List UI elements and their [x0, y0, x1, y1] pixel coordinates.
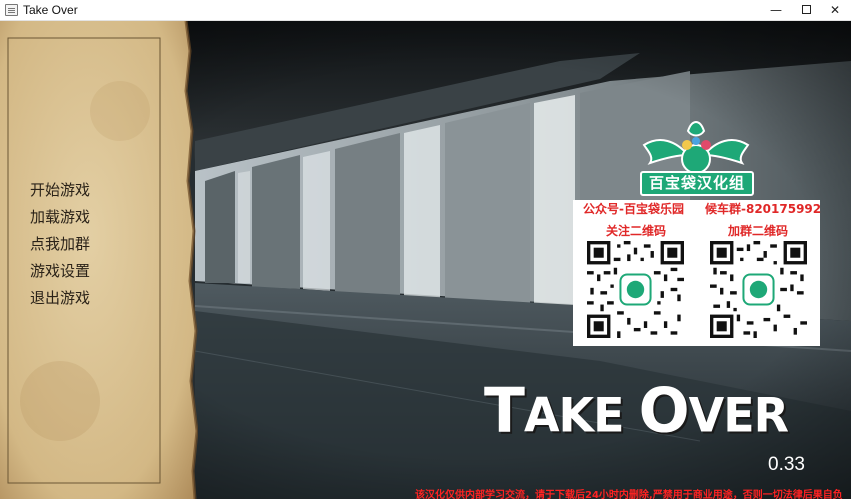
app-icon — [5, 4, 18, 16]
title-letter-o: O — [638, 375, 690, 447]
menu-item-start-game[interactable]: 开始游戏 — [30, 177, 90, 204]
menu-item-load-game[interactable]: 加载游戏 — [30, 204, 90, 231]
translator-logo-text: 百宝袋汉化组 — [640, 171, 754, 196]
qr-promo-card: 公众号-百宝袋乐园 候车群-820175992 关注二维码 加群二维码 — [573, 200, 822, 346]
maximize-icon — [801, 5, 811, 14]
menu-item-exit-game[interactable]: 退出游戏 — [30, 285, 90, 312]
game-viewport: 开始游戏 加载游戏 点我加群 游戏设置 退出游戏 百宝袋汉化组 公众号-百宝袋乐… — [0, 21, 851, 499]
minimize-button[interactable]: — — [759, 0, 793, 21]
title-word-ake: AKE — [523, 387, 639, 443]
menu-item-settings[interactable]: 游戏设置 — [30, 258, 90, 285]
title-word-ver: VER — [688, 387, 789, 443]
wechat-account-label: 公众号-百宝袋乐园 — [583, 202, 684, 216]
title-bar: Take Over — ✕ — [0, 0, 851, 21]
main-menu: 开始游戏 加载游戏 点我加群 游戏设置 退出游戏 — [30, 177, 90, 312]
version-label: 0.33 — [768, 454, 805, 475]
follow-qr-label: 关注二维码 — [606, 224, 667, 238]
group-number-label: 候车群-820175992 — [705, 202, 822, 216]
close-button[interactable]: ✕ — [818, 0, 851, 21]
qr-code-icon — [710, 241, 807, 338]
title-letter-t: T — [484, 375, 525, 447]
game-title-logo: TAKE OVER — [484, 375, 789, 450]
menu-item-join-group[interactable]: 点我加群 — [30, 231, 90, 258]
window-title: Take Over — [23, 3, 78, 17]
disclaimer-text: 该汉化仅供内部学习交流，请于下载后24小时内删除,严禁用于商业用途，否则一切法律… — [415, 490, 843, 499]
join-group-qr-label: 加群二维码 — [728, 224, 789, 238]
qr-code-icon — [587, 241, 684, 338]
